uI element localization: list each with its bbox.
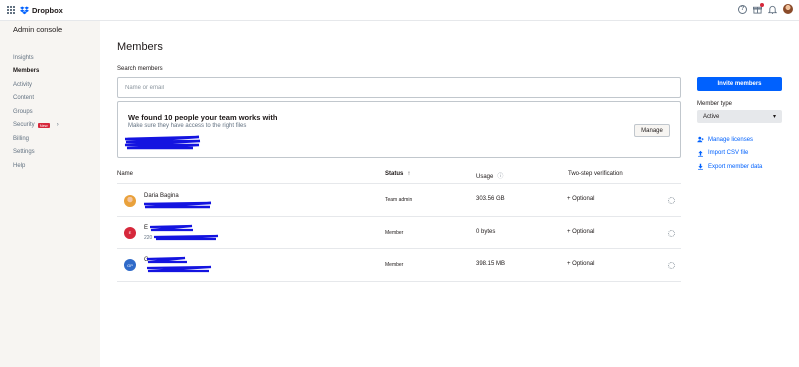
- header-status[interactable]: Status ↑: [385, 171, 410, 177]
- info-icon: ⓘ: [497, 174, 504, 180]
- table-header: Name Status ↑ Usage ⓘ Two-step verificatio…: [117, 167, 681, 184]
- apps-grid-icon[interactable]: [7, 6, 15, 14]
- user-avatar[interactable]: [783, 4, 793, 14]
- search-input[interactable]: [118, 78, 680, 97]
- sidebar-item-label: Help: [13, 162, 26, 169]
- sidebar-item-security[interactable]: Security New ›: [13, 119, 59, 133]
- row-settings-icon[interactable]: [668, 229, 675, 237]
- member-usage: 0 bytes: [476, 228, 496, 235]
- notification-dot: [760, 2, 764, 7]
- sidebar-item-label: Security: [13, 122, 35, 129]
- redaction-scribble: [143, 201, 212, 209]
- right-panel: Invite members Member type Active ▾ Mana…: [697, 77, 782, 174]
- member-type-value: Active: [703, 113, 720, 120]
- sidebar-item-activity[interactable]: Activity: [13, 78, 59, 92]
- sidebar-title: Admin console: [13, 25, 63, 34]
- sidebar-item-billing[interactable]: Billing: [13, 132, 59, 146]
- invite-members-button[interactable]: Invite members: [697, 77, 782, 91]
- chevron-right-icon: ›: [56, 122, 59, 129]
- action-links: Manage licenses Import CSV file Export m…: [697, 133, 782, 174]
- import-csv-link[interactable]: Import CSV file: [697, 147, 782, 161]
- suggestion-subtitle: Make sure they have access to the right …: [128, 123, 247, 129]
- new-badge: New: [37, 122, 50, 128]
- export-member-data-label: Export member data: [708, 163, 763, 170]
- member-status: Team admin: [385, 197, 413, 203]
- member-avatar: E: [124, 226, 136, 239]
- header-usage[interactable]: Usage ⓘ: [476, 171, 503, 180]
- manage-licenses-label: Manage licenses: [708, 136, 754, 143]
- sidebar-item-label: Activity: [13, 81, 33, 88]
- redaction-scribble: [124, 135, 201, 150]
- help-icon[interactable]: ?: [738, 4, 747, 14]
- export-member-data-link[interactable]: Export member data: [697, 160, 782, 174]
- search-label: Search members: [117, 66, 163, 72]
- manage-button[interactable]: Manage: [634, 124, 670, 137]
- top-bar: Dropbox ?: [0, 0, 799, 21]
- two-step-optional-link[interactable]: + Optional: [567, 196, 595, 202]
- sidebar-item-content[interactable]: Content: [13, 92, 59, 106]
- member-name[interactable]: Daria Bagina: [144, 193, 179, 199]
- import-csv-label: Import CSV file: [708, 150, 749, 157]
- member-type-label: Member type: [697, 101, 733, 107]
- page-title: Members: [117, 41, 163, 53]
- table-row[interactable]: Daria Bagina Team admin 303.56 GB + Opti…: [117, 184, 681, 217]
- sidebar-item-label: Content: [13, 95, 35, 102]
- sidebar-item-settings[interactable]: Settings: [13, 146, 59, 160]
- member-usage: 398.15 MB: [476, 261, 506, 267]
- sidebar: Admin console Insights Members Activity …: [0, 21, 100, 367]
- member-status: Member: [385, 262, 404, 268]
- sidebar-item-help[interactable]: Help: [13, 159, 59, 173]
- two-step-optional-link[interactable]: + Optional: [567, 229, 595, 235]
- header-name[interactable]: Name: [117, 171, 133, 177]
- member-usage: 303.56 GB: [476, 196, 505, 202]
- brand-name: Dropbox: [32, 5, 63, 15]
- bell-icon[interactable]: [768, 5, 777, 14]
- sidebar-nav: Insights Members Activity Content Groups…: [13, 51, 59, 173]
- two-step-optional-link[interactable]: + Optional: [567, 261, 595, 267]
- sidebar-item-label: Settings: [13, 149, 35, 156]
- download-icon: [698, 163, 703, 170]
- row-settings-icon[interactable]: [668, 262, 675, 269]
- redaction-scribble: [146, 256, 212, 273]
- redaction-scribble: [149, 224, 219, 240]
- upload-icon: [698, 150, 703, 157]
- dropbox-logo[interactable]: Dropbox: [20, 5, 63, 15]
- sidebar-item-label: Insights: [13, 54, 34, 61]
- header-usage-label: Usage: [476, 174, 494, 180]
- member-avatar: GP: [124, 259, 136, 271]
- suggestion-card: We found 10 people your team works with …: [117, 101, 681, 158]
- sort-arrow-up-icon: ↑: [407, 171, 411, 177]
- sidebar-item-label: Groups: [13, 108, 33, 115]
- manage-licenses-link[interactable]: Manage licenses: [697, 133, 782, 147]
- sidebar-item-label: Members: [13, 68, 40, 75]
- suggestion-title: We found 10 people your team works with: [128, 113, 278, 122]
- main-content: Members Search members We found 10 peopl…: [117, 21, 797, 367]
- table-row[interactable]: E E 220 Member 0 bytes + Optional: [117, 217, 681, 249]
- member-status: Member: [385, 229, 404, 236]
- table-row[interactable]: GP G Member 398.15 MB + Optional: [117, 249, 681, 282]
- person-add-icon: [697, 136, 704, 143]
- gift-icon[interactable]: [753, 2, 764, 14]
- header-two-step[interactable]: Two-step verification: [568, 171, 623, 177]
- search-field[interactable]: [117, 77, 681, 98]
- sidebar-item-label: Billing: [13, 135, 30, 142]
- member-avatar: [124, 195, 136, 207]
- header-status-label: Status: [385, 171, 404, 177]
- sidebar-item-insights[interactable]: Insights: [13, 51, 59, 65]
- chevron-down-icon: ▾: [772, 114, 776, 120]
- row-settings-icon[interactable]: [668, 197, 675, 204]
- sidebar-item-members[interactable]: Members: [13, 65, 59, 79]
- dropbox-logo-icon: [20, 5, 29, 14]
- sidebar-item-groups[interactable]: Groups: [13, 105, 59, 119]
- members-table: Name Status ↑ Usage ⓘ Two-step verificatio…: [117, 167, 681, 282]
- member-type-select[interactable]: Active ▾: [697, 110, 782, 123]
